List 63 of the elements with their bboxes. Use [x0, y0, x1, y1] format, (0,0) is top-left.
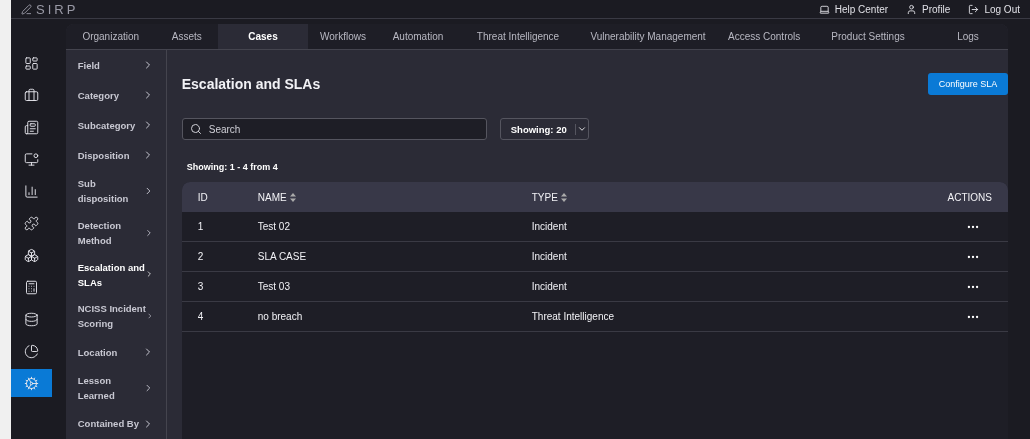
submenu-item[interactable]: NCISS Incident Scoring: [65, 295, 166, 338]
user-icon: [906, 3, 918, 15]
table-cell-text: Incident: [530, 221, 568, 232]
puzzle-icon: [23, 215, 39, 231]
tab[interactable]: Assets: [155, 24, 218, 49]
table-cell-text: SLA CASE: [256, 251, 308, 262]
logout-link[interactable]: Log Out: [968, 3, 1020, 15]
tab[interactable]: Product Settings: [808, 24, 928, 49]
chart-icon: [23, 183, 39, 199]
submenu-item[interactable]: Subcategory: [65, 110, 166, 140]
logout-icon: [968, 3, 980, 15]
tab[interactable]: Workflows: [308, 24, 378, 49]
tab[interactable]: Logs: [928, 24, 1008, 49]
cubes-icon: [23, 247, 39, 263]
monitor-icon: [23, 151, 39, 167]
table-cell-text: 3: [196, 281, 205, 292]
submenu-item[interactable]: Field: [65, 50, 166, 80]
page-size-select[interactable]: Showing: 20: [499, 118, 589, 140]
sort-icon[interactable]: [289, 192, 296, 202]
table-cell-text: 1: [196, 221, 205, 232]
tab[interactable]: Cases: [218, 24, 308, 49]
submenu-item[interactable]: Lesson Learned: [65, 367, 166, 409]
submenu-item[interactable]: Disposition: [65, 140, 166, 170]
table-cell-text: Threat Intelligence: [530, 311, 616, 322]
dashboard-icon: [23, 55, 39, 71]
submenu-item[interactable]: Category: [65, 80, 166, 110]
tab[interactable]: Automation: [378, 24, 458, 49]
profile-link[interactable]: Profile: [906, 3, 951, 15]
tab[interactable]: Organization: [65, 24, 156, 49]
tab[interactable]: Vulnerability Management: [578, 24, 718, 49]
sort-icon[interactable]: [560, 192, 567, 202]
briefcase-icon: [23, 87, 39, 103]
table-cell-text: 2: [196, 251, 205, 262]
help-link[interactable]: Help Center: [818, 3, 889, 15]
column-header: ID: [196, 191, 209, 203]
table-cell-text: Test 03: [256, 281, 291, 292]
column-header: ACTIONS: [946, 191, 993, 203]
submenu-item[interactable]: Sub disposition: [65, 170, 166, 212]
tab[interactable]: Threat Intelligence: [458, 24, 578, 49]
logo: SIRP: [21, 1, 79, 17]
database-icon: [23, 311, 39, 327]
tab[interactable]: Access Controls: [718, 24, 808, 49]
page-title: Escalation and SLAs: [181, 76, 321, 92]
laptop-icon: [818, 3, 830, 15]
calculator-icon: [23, 279, 39, 295]
table-cell-text: 4: [196, 311, 205, 322]
results-summary: Showing: 1 - 4 from 4: [186, 162, 279, 172]
pie-chart-icon: [23, 343, 39, 359]
configure-sla-button[interactable]: Configure SLA: [928, 73, 1008, 95]
search-icon: [189, 123, 202, 135]
table-cell-text: Incident: [530, 251, 568, 262]
table-cell-text: no breach: [256, 311, 304, 322]
column-header[interactable]: TYPE: [515, 191, 918, 203]
table-cell-text: Test 02: [256, 221, 291, 232]
column-header[interactable]: NAME: [241, 191, 516, 203]
table-cell-text: Incident: [530, 281, 568, 292]
list-icon: [23, 119, 39, 135]
caret-icon: [576, 124, 587, 134]
submenu-item[interactable]: Contained By: [65, 409, 166, 439]
submenu-item[interactable]: Location: [65, 337, 166, 368]
submenu-item[interactable]: Escalation and SLAs: [65, 253, 166, 296]
search-field[interactable]: Search: [181, 118, 487, 140]
submenu-item[interactable]: Detection Method: [65, 211, 166, 254]
